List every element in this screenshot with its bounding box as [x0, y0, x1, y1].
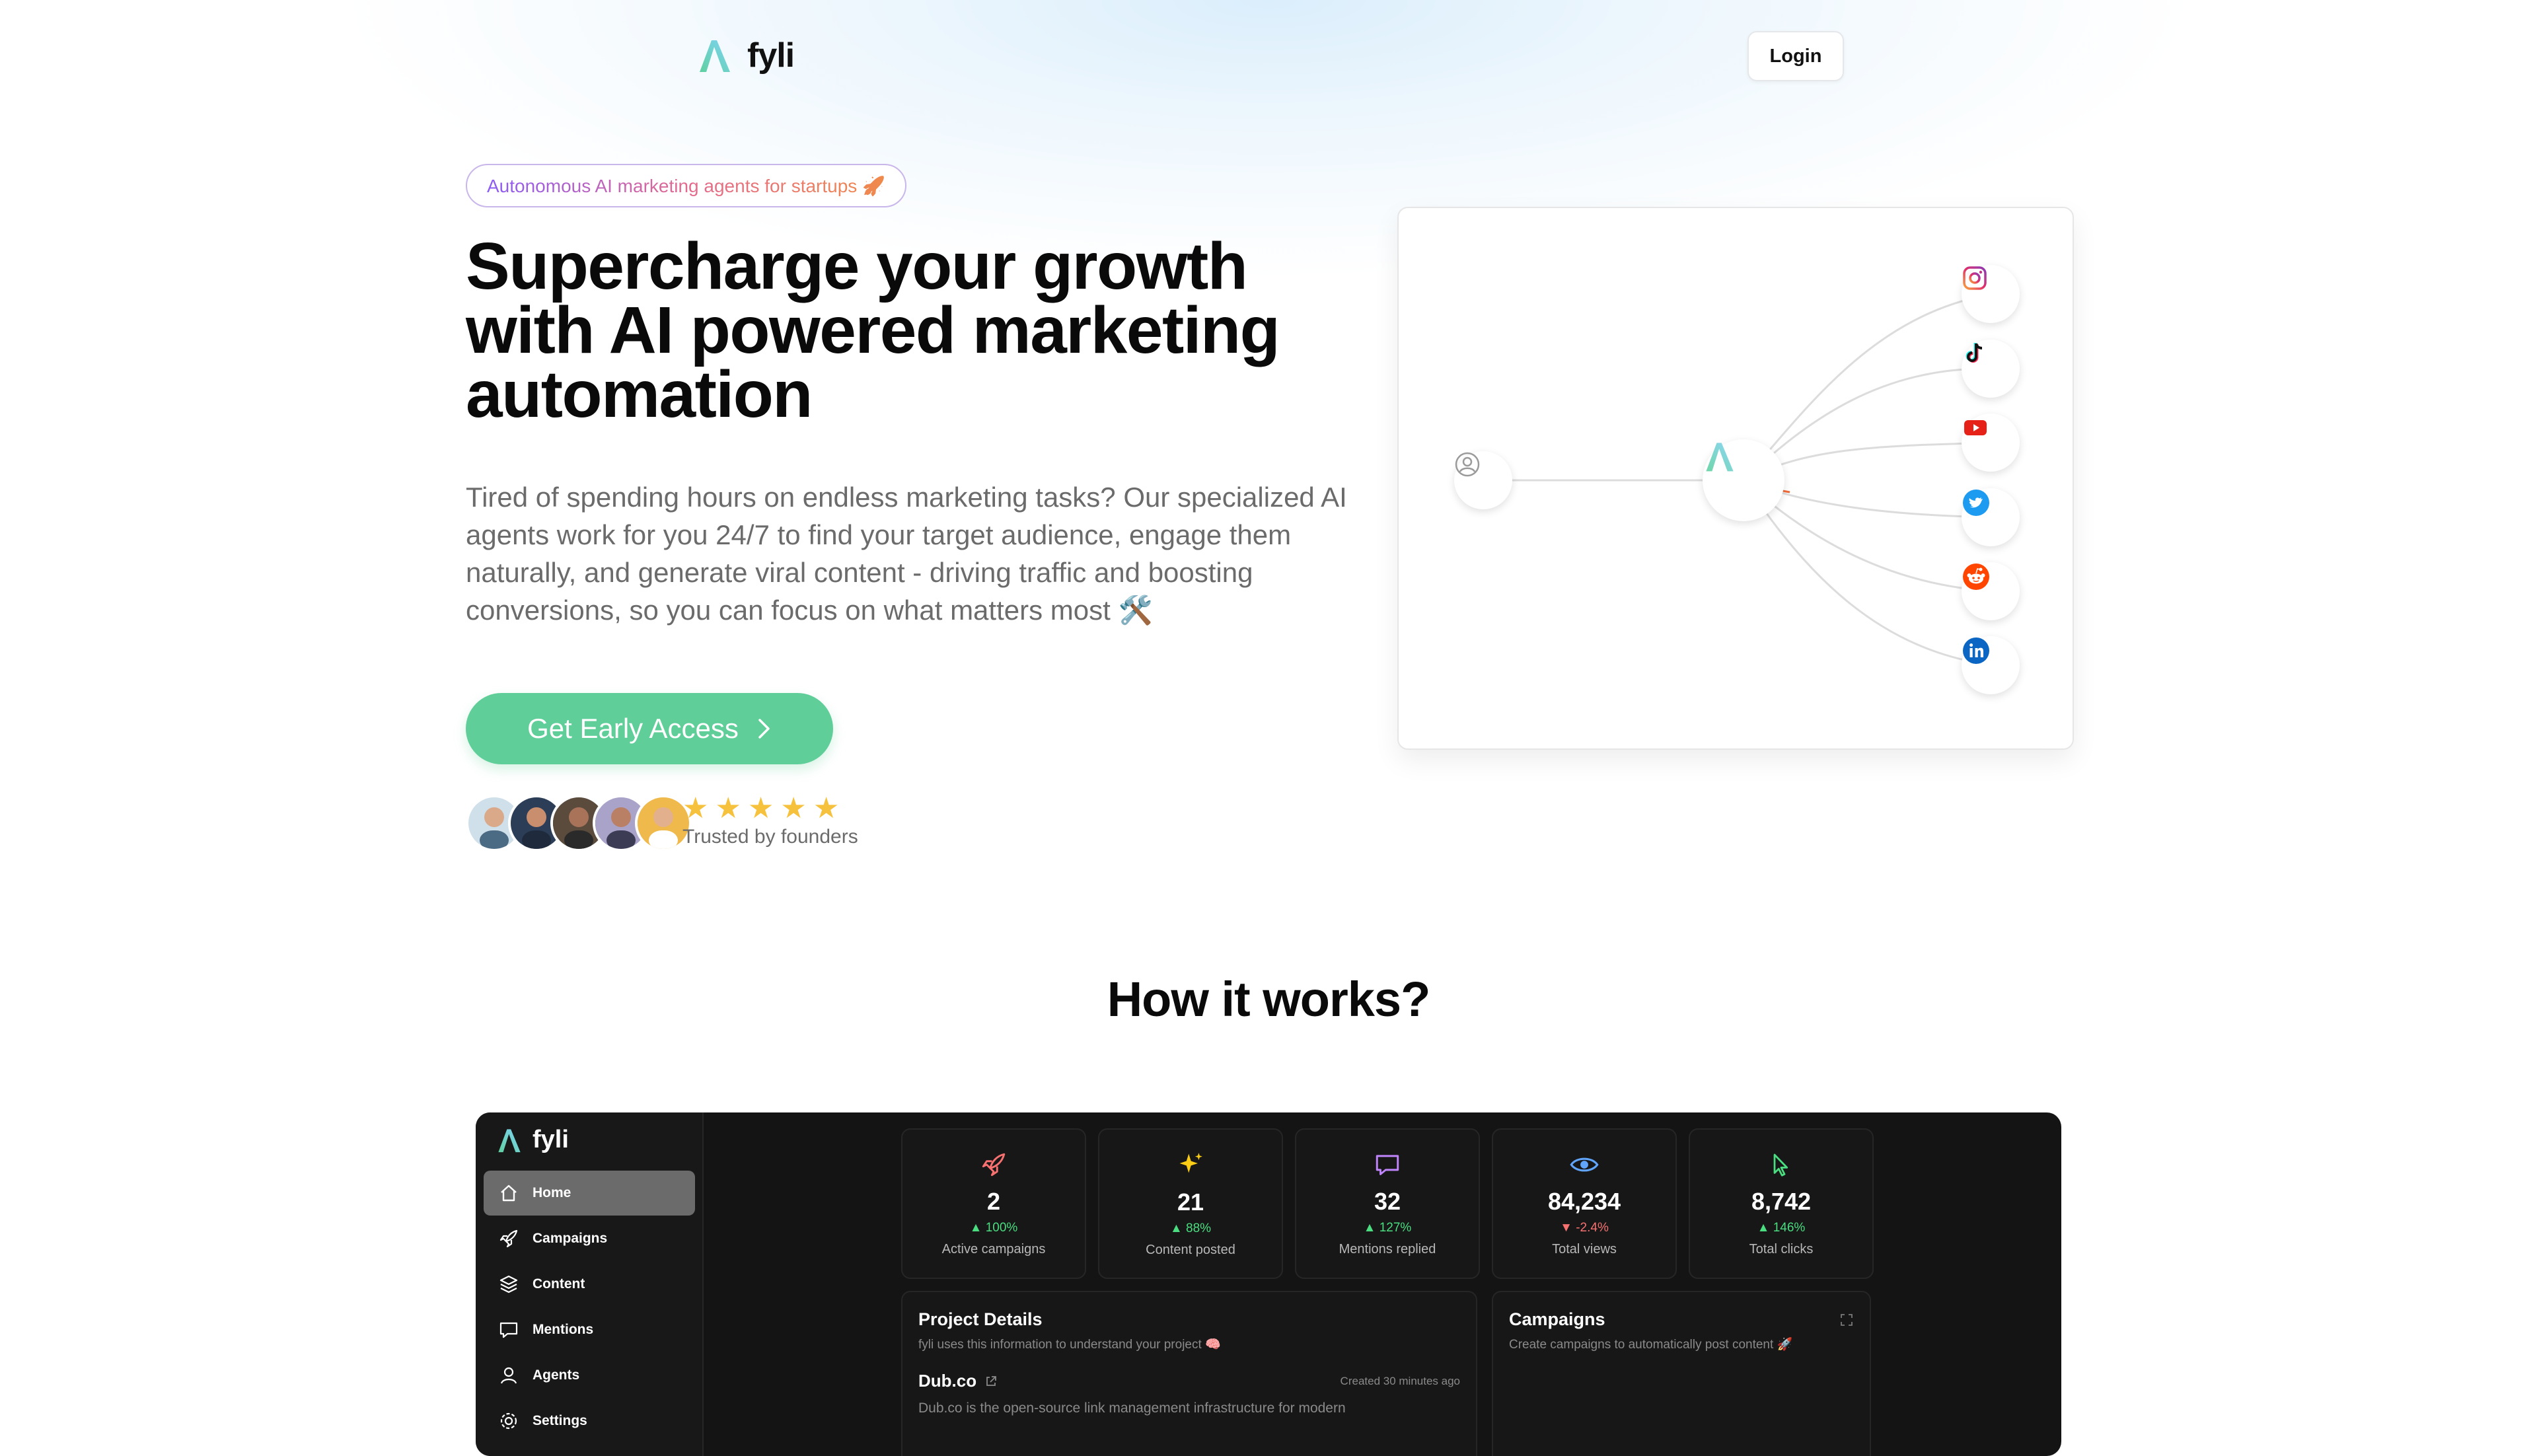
star-icon: ★ [682, 792, 709, 824]
stat-card-total-views[interactable]: 84,234 ▼ -2.4% Total views [1492, 1128, 1677, 1279]
sparkles-icon [1179, 1152, 1202, 1173]
fyli-logo-icon [498, 1128, 521, 1152]
sidebar-item-agents[interactable]: Agents [484, 1353, 695, 1398]
brand[interactable]: fyli [696, 34, 795, 77]
stat-label: Active campaigns [941, 1241, 1046, 1256]
hero-title: Supercharge your growth with AI powered … [466, 229, 1280, 431]
home-icon [501, 1184, 517, 1202]
youtube-node [1962, 414, 2020, 472]
campaigns-panel: Campaigns Create campaigns to automatica… [1492, 1291, 1871, 1456]
reddit-icon [1963, 564, 1989, 590]
message-icon [1376, 1154, 1399, 1175]
hero-badge: Autonomous AI marketing agents for start… [466, 164, 906, 207]
star-icon: ★ [813, 792, 840, 824]
sidebar-item-content[interactable]: Content [484, 1262, 695, 1307]
stat-delta: ▲ 146% [1757, 1220, 1806, 1235]
instagram-node [1962, 265, 2020, 323]
fyli-logo-icon [700, 40, 730, 72]
rating-stars: ★ ★ ★ ★ ★ [682, 791, 839, 825]
stat-value: 32 [1374, 1187, 1401, 1215]
stat-label: Content posted [1146, 1242, 1235, 1257]
message-icon [499, 1322, 518, 1338]
agent-flow-card [1397, 207, 2074, 750]
star-icon: ★ [715, 792, 741, 824]
hero-description: Tired of spending hours on endless marke… [466, 482, 1347, 626]
instagram-icon [1963, 266, 1987, 290]
tiktok-icon [1966, 343, 1983, 363]
expand-icon[interactable] [1839, 1313, 1854, 1327]
stat-delta: ▼ -2.4% [1560, 1220, 1609, 1235]
sidebar-item-label: Content [533, 1276, 585, 1292]
gear-icon [500, 1412, 517, 1430]
sidebar-item-label: Mentions [533, 1322, 594, 1337]
tiktok-node [1962, 340, 2020, 398]
stat-card-content-posted[interactable]: 21 ▲ 88% Content posted [1098, 1128, 1283, 1279]
user-circle-node [1454, 451, 1512, 509]
cursor-icon [1773, 1153, 1788, 1177]
sidebar-item-home[interactable]: Home [484, 1171, 695, 1216]
sidebar-item-label: Home [533, 1185, 571, 1200]
stat-card-active-campaigns[interactable]: 2 ▲ 100% Active campaigns [901, 1128, 1086, 1279]
reddit-node [1962, 562, 2020, 620]
trusted-by-text: Trusted by founders [682, 826, 858, 848]
panel-subtitle: Create campaigns to automatically post c… [1509, 1338, 1793, 1352]
stat-value: 8,742 [1751, 1187, 1812, 1215]
dashboard-preview: fyli Home Campaigns Content Mentions Age… [476, 1112, 2061, 1456]
founder-avatars [466, 795, 692, 852]
twitter-node [1962, 488, 2020, 546]
stat-value: 84,234 [1547, 1187, 1621, 1215]
stat-card-mentions-replied[interactable]: 32 ▲ 127% Mentions replied [1295, 1128, 1480, 1279]
sidebar-item-mentions[interactable]: Mentions [484, 1307, 695, 1352]
login-button[interactable]: Login [1747, 31, 1844, 81]
eye-icon [1570, 1157, 1599, 1171]
linkedin-icon [1963, 637, 1989, 664]
star-icon: ★ [780, 792, 807, 824]
stat-delta: ▲ 88% [1169, 1221, 1212, 1235]
star-icon: ★ [747, 792, 774, 824]
cta-label: Get Early Access [527, 713, 739, 744]
stat-label: Total clicks [1749, 1241, 1814, 1256]
user-icon [500, 1367, 517, 1384]
sidebar-item-label: Settings [533, 1413, 587, 1428]
sidebar-item-label: Agents [533, 1367, 580, 1383]
project-created: Created 30 minutes ago [1340, 1374, 1460, 1387]
project-description: Dub.co is the open-source link managemen… [918, 1401, 1346, 1416]
user-circle-icon [1455, 452, 1480, 477]
dashboard-brand-name: fyli [533, 1126, 569, 1153]
panel-title: Project Details [918, 1309, 1043, 1329]
stat-card-total-clicks[interactable]: 8,742 ▲ 146% Total clicks [1689, 1128, 1874, 1279]
layers-icon [499, 1275, 518, 1293]
sidebar-item-label: Campaigns [533, 1231, 608, 1246]
external-link-icon[interactable] [984, 1375, 998, 1388]
fyli-agent-node [1703, 439, 1784, 521]
linkedin-node [1962, 636, 2020, 694]
chevron-right-icon [758, 719, 770, 739]
project-details-panel: Project Details fyli uses this informati… [901, 1291, 1477, 1456]
brand-name: fyli [747, 36, 795, 75]
twitter-icon [1963, 490, 1989, 516]
panel-subtitle: fyli uses this information to understand… [918, 1338, 1221, 1352]
how-it-works-title: How it works? [1107, 972, 1431, 1027]
youtube-icon [1964, 420, 1987, 435]
fyli-logo-icon [1706, 443, 1734, 472]
stat-value: 2 [986, 1187, 1001, 1215]
hero-badge-text: Autonomous AI marketing agents for start… [487, 175, 885, 196]
dashboard-sidebar: fyli Home Campaigns Content Mentions Age… [476, 1112, 704, 1456]
sidebar-item-campaigns[interactable]: Campaigns [484, 1216, 695, 1261]
dashboard-brand[interactable]: fyli [496, 1126, 569, 1154]
stat-delta: ▲ 100% [969, 1220, 1018, 1235]
stat-value: 21 [1177, 1188, 1204, 1216]
stat-label: Total views [1552, 1241, 1617, 1256]
sidebar-item-settings[interactable]: Settings [484, 1399, 695, 1443]
get-early-access-button[interactable]: Get Early Access [466, 693, 833, 764]
stat-label: Mentions replied [1339, 1241, 1436, 1256]
rocket-icon [499, 1229, 518, 1248]
rocket-icon [982, 1153, 1006, 1176]
panel-title: Campaigns [1509, 1309, 1605, 1329]
project-name[interactable]: Dub.co [918, 1371, 976, 1391]
stat-delta: ▲ 127% [1363, 1220, 1412, 1235]
